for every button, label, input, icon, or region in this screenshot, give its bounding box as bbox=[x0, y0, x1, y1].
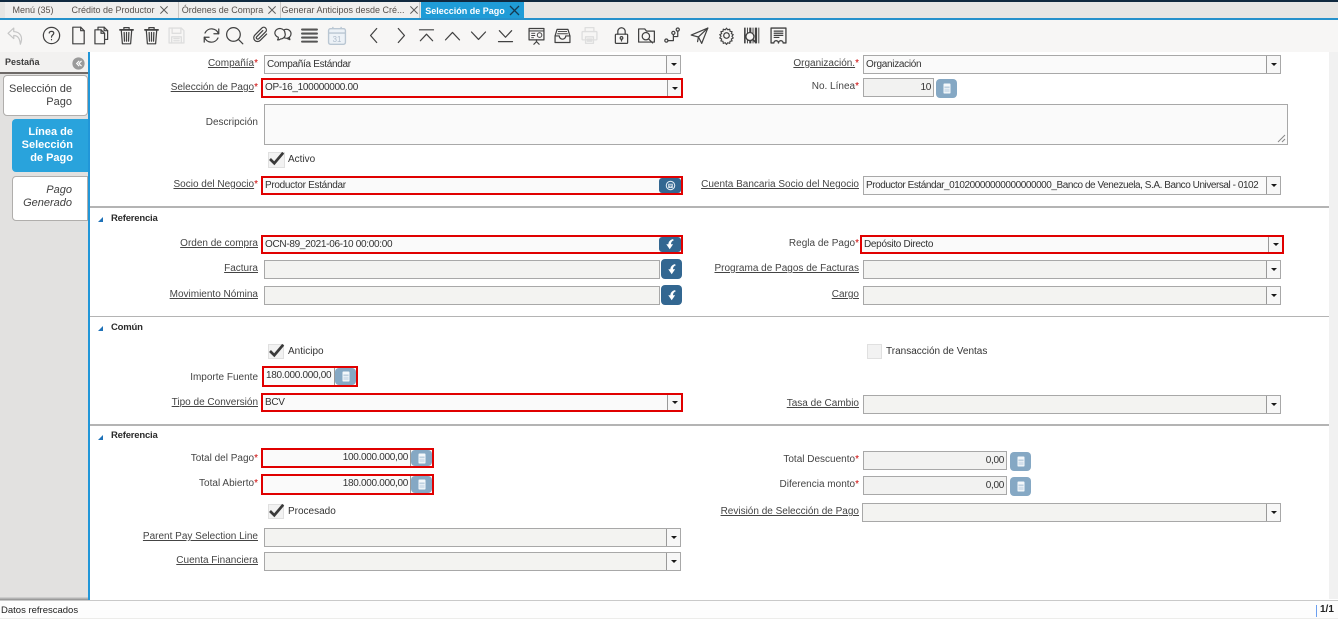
svg-text:31: 31 bbox=[332, 35, 341, 44]
